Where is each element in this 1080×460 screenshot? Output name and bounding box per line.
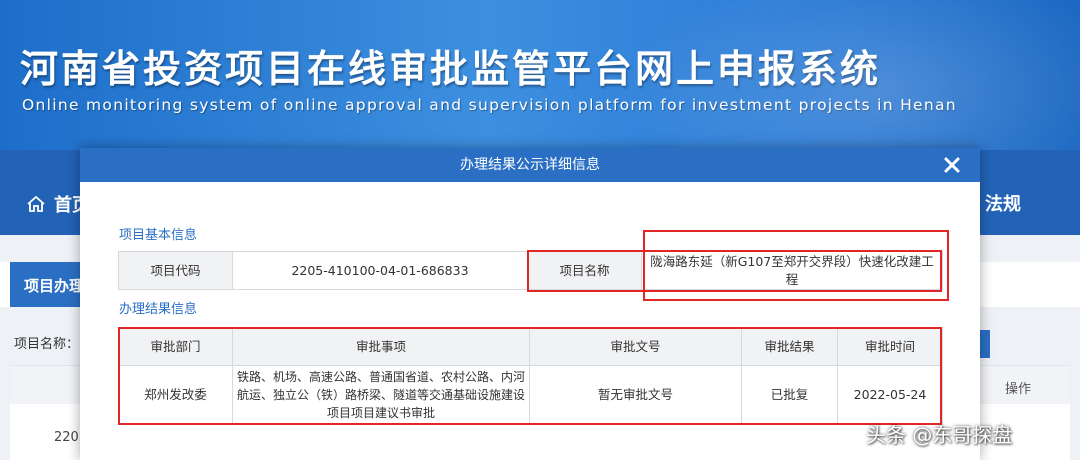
approval-date: 2022-05-24 [837,365,943,424]
header-doc-no: 审批文号 [529,328,742,366]
result-detail-dialog: 办理结果公示详细信息 项目基本信息 项目代码 2205-410100-04-01… [80,148,980,460]
close-icon[interactable] [942,155,962,175]
table-row: 郑州发改委 铁路、机场、高速公路、普通国省道、农村公路、内河航运、独立公（铁）路… [118,365,943,424]
system-title: 河南省投资项目在线审批监管平台网上申报系统 [20,47,882,91]
project-name-filter-label: 项目名称： [14,337,80,352]
approval-dept: 郑州发改委 [118,365,233,424]
basic-info-table: 项目代码 2205-410100-04-01-686833 项目名称 陇海路东延… [118,251,943,290]
home-icon [27,195,45,212]
nav-regulations[interactable]: 法规 [985,190,1021,216]
basic-info-section-title: 项目基本信息 [119,228,198,243]
header-banner: 河南省投资项目在线审批监管平台网上申报系统 Online monitoring … [0,0,1080,150]
approval-doc-no: 暂无审批文号 [529,365,742,424]
approval-item: 铁路、机场、高速公路、普通国省道、农村公路、内河航运、独立公（铁）路桥梁、隧道等… [232,365,530,424]
approval-result: 已批复 [741,365,838,424]
header-date: 审批时间 [837,328,943,366]
header-dept: 审批部门 [118,328,233,366]
operation-column-header: 操作 [1005,382,1032,397]
project-code-value: 2205-410100-04-01-686833 [232,251,528,290]
result-info-table: 审批部门 审批事项 审批文号 审批结果 审批时间 郑州发改委 铁路、机场、高速公… [118,328,943,424]
table-header-row: 审批部门 审批事项 审批文号 审批结果 审批时间 [118,328,943,366]
header-item: 审批事项 [232,328,530,366]
tab-project-handling[interactable]: 项目办理 [10,262,90,307]
watermark: 头条 @东哥探盘 [866,423,1013,447]
system-subtitle: Online monitoring system of online appro… [22,96,957,114]
result-info-section-title: 办理结果信息 [119,302,198,317]
header-result: 审批结果 [741,328,838,366]
project-name-label: 项目名称 [527,251,642,290]
project-name-value: 陇海路东延（新G107至郑开交界段）快速化改建工程 [641,251,943,290]
dialog-header: 办理结果公示详细信息 [80,148,980,182]
dialog-title: 办理结果公示详细信息 [460,157,600,173]
project-code-label: 项目代码 [118,251,233,290]
